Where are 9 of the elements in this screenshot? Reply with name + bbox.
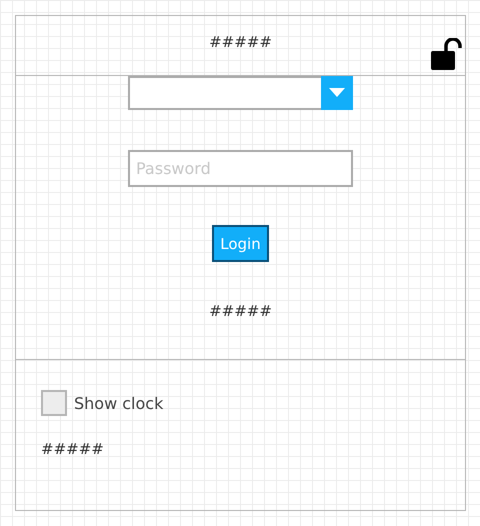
footer-text: ##### [41, 440, 104, 458]
user-dropdown[interactable] [128, 76, 353, 110]
show-clock-label: Show clock [74, 394, 164, 412]
header-title: ##### [209, 33, 272, 51]
show-clock-checkbox[interactable] [41, 390, 67, 416]
unlocked-lock-icon[interactable] [430, 38, 462, 70]
login-button[interactable]: Login [212, 225, 269, 262]
caret-icon [329, 88, 345, 98]
login-message: ##### [209, 302, 272, 320]
